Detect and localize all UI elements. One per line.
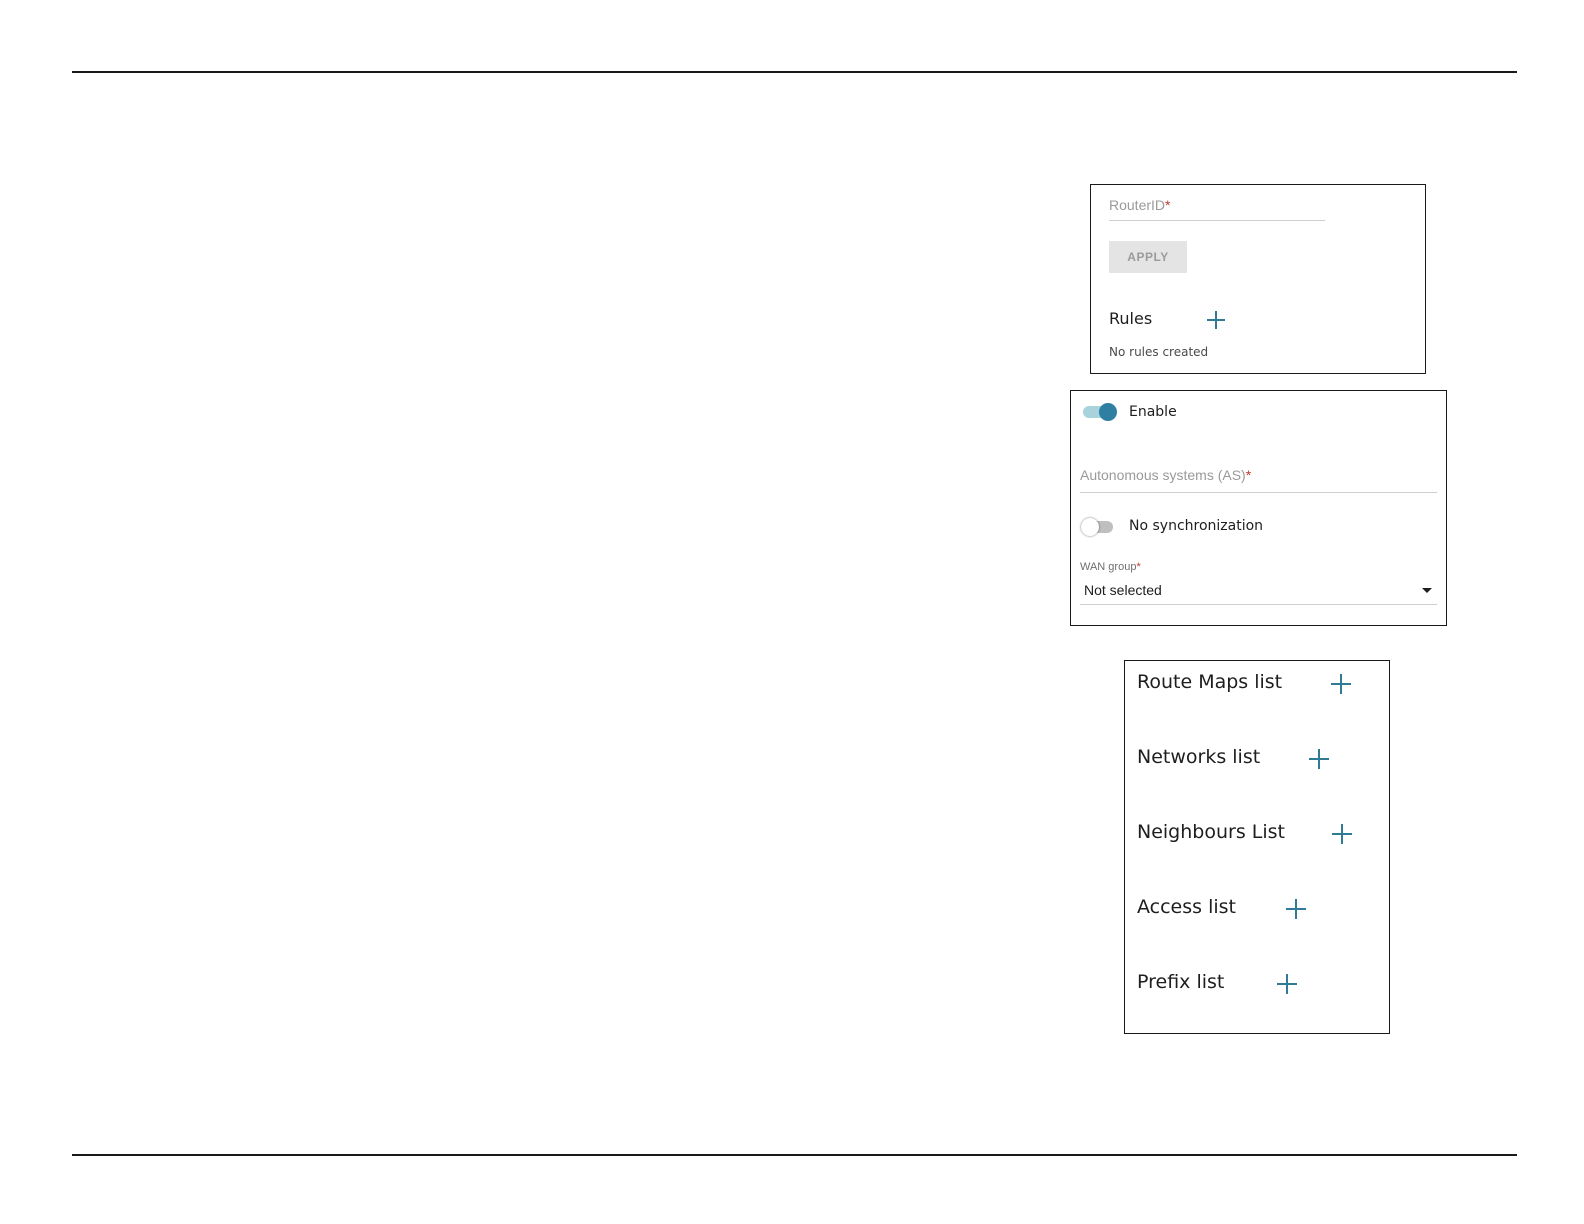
caret-down-icon — [1422, 588, 1432, 593]
lists-panel: Route Maps list Networks list Neighbours… — [1124, 660, 1390, 1034]
top-divider — [72, 71, 1517, 73]
autonomous-systems-underline — [1080, 492, 1437, 493]
networks-list-label: Networks list — [1137, 746, 1261, 768]
toggle-knob — [1081, 518, 1099, 536]
apply-button[interactable]: APPLY — [1109, 241, 1187, 273]
required-mark: * — [1165, 197, 1171, 213]
bgp-settings-panel: Enable Autonomous systems (AS)* No synch… — [1070, 390, 1447, 626]
wan-group-value: Not selected — [1084, 582, 1162, 598]
wan-group-label-text: WAN group — [1080, 561, 1137, 573]
route-maps-list-label: Route Maps list — [1137, 671, 1283, 693]
add-route-map-plus-icon[interactable] — [1331, 674, 1351, 694]
wan-group-select[interactable]: Not selected — [1080, 579, 1437, 605]
rules-empty-message: No rules created — [1109, 345, 1209, 359]
add-rule-plus-icon[interactable] — [1207, 311, 1225, 329]
add-neighbour-plus-icon[interactable] — [1332, 824, 1352, 844]
add-prefix-list-plus-icon[interactable] — [1277, 974, 1297, 994]
prefix-list-label: Prefix list — [1137, 971, 1225, 993]
no-synchronization-toggle[interactable] — [1081, 518, 1115, 536]
required-mark: * — [1245, 467, 1252, 483]
autonomous-systems-field[interactable]: Autonomous systems (AS)* — [1080, 467, 1251, 483]
rules-title: Rules — [1109, 309, 1153, 328]
access-list-label: Access list — [1137, 896, 1236, 918]
add-network-plus-icon[interactable] — [1309, 749, 1329, 769]
router-id-panel: RouterID* APPLY Rules No rules created — [1090, 184, 1426, 374]
no-synchronization-label: No synchronization — [1129, 518, 1264, 534]
neighbours-list-label: Neighbours List — [1137, 821, 1285, 843]
toggle-knob — [1099, 403, 1117, 421]
autonomous-systems-label: Autonomous systems (AS) — [1080, 467, 1246, 483]
router-id-field[interactable]: RouterID* — [1109, 197, 1170, 213]
enable-label: Enable — [1129, 404, 1177, 420]
add-access-list-plus-icon[interactable] — [1286, 899, 1306, 919]
wan-group-label: WAN group* — [1080, 561, 1141, 573]
router-id-label: RouterID — [1109, 197, 1166, 213]
router-id-underline — [1109, 220, 1325, 221]
bottom-divider — [72, 1154, 1517, 1156]
required-mark: * — [1136, 561, 1141, 573]
enable-toggle[interactable] — [1083, 403, 1117, 421]
